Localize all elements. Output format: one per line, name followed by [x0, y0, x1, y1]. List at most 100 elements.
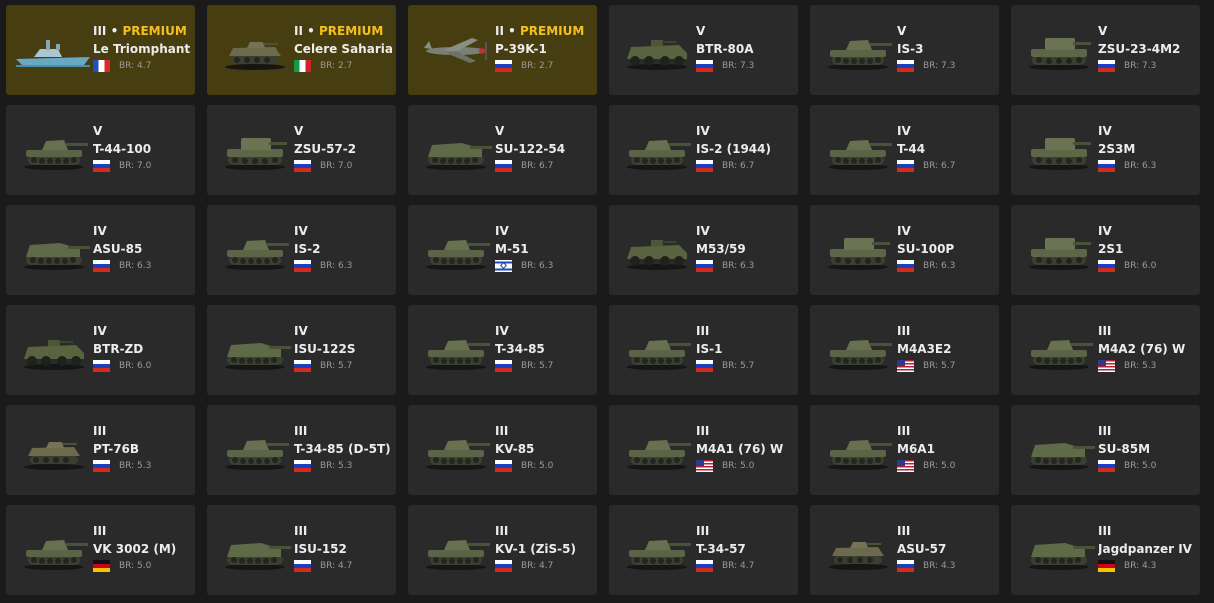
vehicle-info: III ISU-152 BR: 4.7 — [294, 524, 392, 573]
vehicle-card[interactable]: V ZSU-57-2 BR: 7.0 — [207, 105, 396, 195]
vehicle-card[interactable]: V SU-122-54 BR: 6.7 — [408, 105, 597, 195]
rank-label: II — [294, 24, 303, 38]
vehicle-card[interactable]: IV BTR-ZD BR: 6.0 — [6, 305, 195, 395]
vehicle-card[interactable]: IV T-34-85 BR: 5.7 — [408, 305, 597, 395]
battle-rating: BR: 4.3 — [923, 561, 956, 571]
usa-flag-icon — [1098, 360, 1115, 372]
vehicle-rank: V — [93, 124, 191, 139]
tank-icon — [416, 427, 496, 473]
vehicle-info: III VK 3002 (M) BR: 5.0 — [93, 524, 191, 573]
vehicle-card[interactable]: III SU-85M BR: 5.0 — [1011, 405, 1200, 495]
vehicle-card[interactable]: IV M53/59 BR: 6.3 — [609, 205, 798, 295]
vehicle-rank: V — [897, 24, 995, 39]
vehicle-card[interactable]: IV 2S1 BR: 6.0 — [1011, 205, 1200, 295]
vehicle-card[interactable]: III M6A1 BR: 5.0 — [810, 405, 999, 495]
vehicle-card[interactable]: IV 2S3M BR: 6.3 — [1011, 105, 1200, 195]
vehicle-name: PT-76B — [93, 442, 140, 456]
vehicle-rank: II • PREMIUM — [495, 24, 593, 39]
vehicle-name: P-39K-1 — [495, 42, 547, 56]
battle-rating: BR: 5.3 — [119, 461, 152, 471]
vehicle-info: III M4A3E2 BR: 5.7 — [897, 324, 995, 373]
rank-label: III — [696, 424, 710, 438]
rank-label: III — [696, 524, 710, 538]
vehicle-card[interactable]: V ZSU-23-4M2 BR: 7.3 — [1011, 5, 1200, 95]
vehicle-card[interactable]: IV IS-2 BR: 6.3 — [207, 205, 396, 295]
battle-rating: BR: 7.3 — [722, 61, 755, 71]
vehicle-rank: II • PREMIUM — [294, 24, 392, 39]
light-icon — [215, 27, 295, 73]
vehicle-rank: III — [897, 324, 995, 339]
battle-rating: BR: 4.7 — [722, 561, 755, 571]
vehicle-card[interactable]: III VK 3002 (M) BR: 5.0 — [6, 505, 195, 595]
russia-flag-icon — [294, 460, 311, 472]
vehicle-meta: BR: 5.0 — [897, 459, 995, 473]
vehicle-card[interactable]: III KV-85 BR: 5.0 — [408, 405, 597, 495]
vehicle-card[interactable]: IV ASU-85 BR: 6.3 — [6, 205, 195, 295]
rank-label: V — [294, 124, 304, 138]
td-icon — [14, 227, 94, 273]
battle-rating: BR: 5.0 — [119, 561, 152, 571]
vehicle-meta: BR: 5.7 — [696, 359, 794, 373]
vehicle-card[interactable]: III M4A2 (76) W BR: 5.3 — [1011, 305, 1200, 395]
vehicle-card[interactable]: V BTR-80A BR: 7.3 — [609, 5, 798, 95]
tank-icon — [617, 527, 697, 573]
vehicle-card[interactable]: II • PREMIUM P-39K-1 BR: 2.7 — [408, 5, 597, 95]
vehicle-card[interactable]: IV ISU-122S BR: 5.7 — [207, 305, 396, 395]
vehicle-rank: IV — [897, 124, 995, 139]
vehicle-rank: V — [495, 124, 593, 139]
vehicle-info: IV 2S3M BR: 6.3 — [1098, 124, 1196, 173]
russia-flag-icon — [93, 260, 110, 272]
russia-flag-icon — [1098, 460, 1115, 472]
usa-flag-icon — [897, 360, 914, 372]
vehicle-rank: III — [1098, 524, 1196, 539]
vehicle-card[interactable]: III T-34-85 (D-5T) BR: 5.3 — [207, 405, 396, 495]
vehicle-name: KV-1 (ZiS-5) — [495, 542, 576, 556]
russia-flag-icon — [495, 360, 512, 372]
td-icon — [416, 127, 496, 173]
vehicle-meta: BR: 4.7 — [696, 559, 794, 573]
rank-label: IV — [294, 224, 308, 238]
vehicle-info: III M6A1 BR: 5.0 — [897, 424, 995, 473]
vehicle-meta: BR: 7.3 — [1098, 59, 1196, 73]
vehicle-card[interactable]: III KV-1 (ZiS-5) BR: 4.7 — [408, 505, 597, 595]
rank-label: IV — [93, 324, 107, 338]
tank-icon — [1019, 327, 1099, 373]
vehicle-rank: IV — [294, 324, 392, 339]
vehicle-card[interactable]: IV SU-100P BR: 6.3 — [810, 205, 999, 295]
vehicle-card[interactable]: V T-44-100 BR: 7.0 — [6, 105, 195, 195]
vehicle-card[interactable]: III M4A1 (76) W BR: 5.0 — [609, 405, 798, 495]
vehicle-card[interactable]: III Jagdpanzer IV BR: 4.3 — [1011, 505, 1200, 595]
vehicle-info: III SU-85M BR: 5.0 — [1098, 424, 1196, 473]
vehicle-meta: BR: 4.7 — [93, 59, 191, 73]
vehicle-name: 2S1 — [1098, 242, 1124, 256]
light-icon — [818, 527, 898, 573]
vehicle-card[interactable]: III IS-1 BR: 5.7 — [609, 305, 798, 395]
vehicle-meta: BR: 6.3 — [696, 259, 794, 273]
vehicle-meta: BR: 5.3 — [294, 459, 392, 473]
vehicle-card[interactable]: IV M-51 BR: 6.3 — [408, 205, 597, 295]
vehicle-card[interactable]: III T-34-57 BR: 4.7 — [609, 505, 798, 595]
vehicle-meta: BR: 6.0 — [1098, 259, 1196, 273]
russia-flag-icon — [495, 560, 512, 572]
vehicle-card[interactable]: III M4A3E2 BR: 5.7 — [810, 305, 999, 395]
battle-rating: BR: 6.7 — [722, 161, 755, 171]
battle-rating: BR: 5.7 — [320, 361, 353, 371]
vehicle-card[interactable]: III ASU-57 BR: 4.3 — [810, 505, 999, 595]
rank-label: V — [495, 124, 505, 138]
vehicle-name: M-51 — [495, 242, 529, 256]
rank-separator: • — [503, 24, 520, 38]
russia-flag-icon — [696, 260, 713, 272]
vehicle-info: V BTR-80A BR: 7.3 — [696, 24, 794, 73]
vehicle-info: IV SU-100P BR: 6.3 — [897, 224, 995, 273]
vehicle-card[interactable]: III • PREMIUM Le Triomphant BR: 4.7 — [6, 5, 195, 95]
vehicle-card[interactable]: III ISU-152 BR: 4.7 — [207, 505, 396, 595]
rank-label: IV — [897, 224, 911, 238]
vehicle-card[interactable]: IV IS-2 (1944) BR: 6.7 — [609, 105, 798, 195]
tank-icon — [14, 127, 94, 173]
vehicle-card[interactable]: III PT-76B BR: 5.3 — [6, 405, 195, 495]
germany-flag-icon — [1098, 560, 1115, 572]
vehicle-card[interactable]: II • PREMIUM Celere Sahariano BR: 2.7 — [207, 5, 396, 95]
td-icon — [1019, 527, 1099, 573]
vehicle-card[interactable]: IV T-44 BR: 6.7 — [810, 105, 999, 195]
vehicle-card[interactable]: V IS-3 BR: 7.3 — [810, 5, 999, 95]
